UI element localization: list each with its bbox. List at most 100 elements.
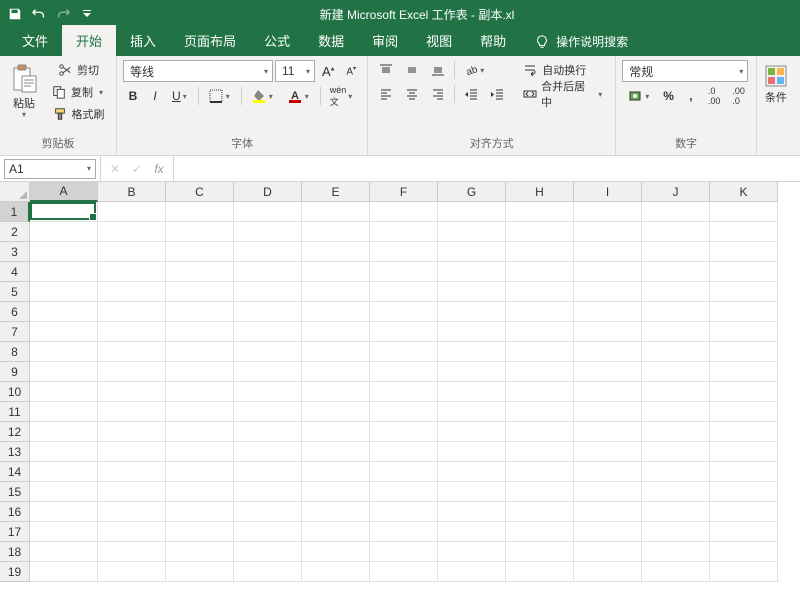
cell[interactable] — [506, 202, 574, 222]
cell[interactable] — [302, 382, 370, 402]
row-header[interactable]: 6 — [0, 302, 30, 322]
cell[interactable] — [98, 402, 166, 422]
cell[interactable] — [30, 382, 98, 402]
cell[interactable] — [506, 342, 574, 362]
cell[interactable] — [302, 322, 370, 342]
italic-button[interactable]: I — [145, 86, 165, 106]
cell[interactable] — [30, 202, 98, 222]
cell[interactable] — [574, 262, 642, 282]
cell[interactable] — [302, 522, 370, 542]
font-color-button[interactable]: A▾ — [282, 86, 316, 106]
cell[interactable] — [710, 482, 778, 502]
cell[interactable] — [642, 222, 710, 242]
cell[interactable] — [30, 242, 98, 262]
accounting-format-button[interactable]: ▾ — [622, 86, 656, 106]
cell[interactable] — [234, 202, 302, 222]
cell[interactable] — [166, 362, 234, 382]
cell[interactable] — [642, 282, 710, 302]
column-header[interactable]: F — [370, 182, 438, 202]
cell[interactable] — [438, 302, 506, 322]
row-header[interactable]: 4 — [0, 262, 30, 282]
cell[interactable] — [30, 442, 98, 462]
cell[interactable] — [506, 322, 574, 342]
cell[interactable] — [98, 542, 166, 562]
tab-page-layout[interactable]: 页面布局 — [170, 25, 250, 56]
row-header[interactable]: 1 — [0, 202, 30, 222]
cell[interactable] — [506, 262, 574, 282]
cell[interactable] — [98, 322, 166, 342]
align-top-button[interactable] — [374, 60, 398, 80]
cell[interactable] — [642, 442, 710, 462]
merge-center-button[interactable]: 合并后居中▾ — [517, 84, 609, 104]
cell[interactable] — [506, 362, 574, 382]
cell[interactable] — [438, 562, 506, 582]
align-left-button[interactable] — [374, 84, 398, 104]
cell[interactable] — [642, 202, 710, 222]
cell[interactable] — [302, 562, 370, 582]
row-header[interactable]: 10 — [0, 382, 30, 402]
cell[interactable] — [438, 242, 506, 262]
cell[interactable] — [234, 262, 302, 282]
cell[interactable] — [370, 462, 438, 482]
cell[interactable] — [574, 502, 642, 522]
cell[interactable] — [710, 242, 778, 262]
cell[interactable] — [30, 262, 98, 282]
cell[interactable] — [234, 402, 302, 422]
cell[interactable] — [30, 502, 98, 522]
cell[interactable] — [438, 362, 506, 382]
cell[interactable] — [710, 562, 778, 582]
column-header[interactable]: A — [30, 182, 98, 202]
cell[interactable] — [98, 482, 166, 502]
cell[interactable] — [710, 542, 778, 562]
align-center-button[interactable] — [400, 84, 424, 104]
cell[interactable] — [98, 202, 166, 222]
cell[interactable] — [234, 222, 302, 242]
row-header[interactable]: 12 — [0, 422, 30, 442]
row-header[interactable]: 9 — [0, 362, 30, 382]
cell[interactable] — [710, 462, 778, 482]
cell[interactable] — [506, 522, 574, 542]
cell[interactable] — [98, 282, 166, 302]
cell[interactable] — [506, 442, 574, 462]
cell[interactable] — [370, 262, 438, 282]
formula-input[interactable] — [174, 159, 800, 179]
cell[interactable] — [574, 542, 642, 562]
cell[interactable] — [370, 522, 438, 542]
cell[interactable] — [166, 322, 234, 342]
fill-color-button[interactable]: ▾ — [246, 86, 280, 106]
cell[interactable] — [98, 262, 166, 282]
cell[interactable] — [710, 302, 778, 322]
cell[interactable] — [370, 342, 438, 362]
orientation-button[interactable]: ab▾ — [459, 60, 491, 80]
cell[interactable] — [506, 402, 574, 422]
align-middle-button[interactable] — [400, 60, 424, 80]
cell[interactable] — [710, 382, 778, 402]
increase-font-button[interactable]: A▴ — [317, 61, 339, 81]
tell-me-search[interactable]: 操作说明搜索 — [520, 27, 642, 56]
cell[interactable] — [234, 302, 302, 322]
row-header[interactable]: 3 — [0, 242, 30, 262]
redo-button[interactable] — [52, 3, 74, 25]
percent-button[interactable]: % — [658, 86, 679, 106]
row-header[interactable]: 8 — [0, 342, 30, 362]
row-header[interactable]: 13 — [0, 442, 30, 462]
cell[interactable] — [710, 322, 778, 342]
cell[interactable] — [30, 282, 98, 302]
cell[interactable] — [438, 402, 506, 422]
cell[interactable] — [30, 322, 98, 342]
cell[interactable] — [98, 562, 166, 582]
cell[interactable] — [710, 262, 778, 282]
cell[interactable] — [302, 422, 370, 442]
cell[interactable] — [302, 482, 370, 502]
cell[interactable] — [506, 382, 574, 402]
tab-view[interactable]: 视图 — [412, 25, 466, 56]
row-header[interactable]: 11 — [0, 402, 30, 422]
tab-formulas[interactable]: 公式 — [250, 25, 304, 56]
row-header[interactable]: 19 — [0, 562, 30, 582]
cell[interactable] — [574, 382, 642, 402]
column-header[interactable]: E — [302, 182, 370, 202]
save-button[interactable] — [4, 3, 26, 25]
row-header[interactable]: 14 — [0, 462, 30, 482]
align-bottom-button[interactable] — [426, 60, 450, 80]
decrease-font-button[interactable]: A▾ — [341, 61, 361, 81]
